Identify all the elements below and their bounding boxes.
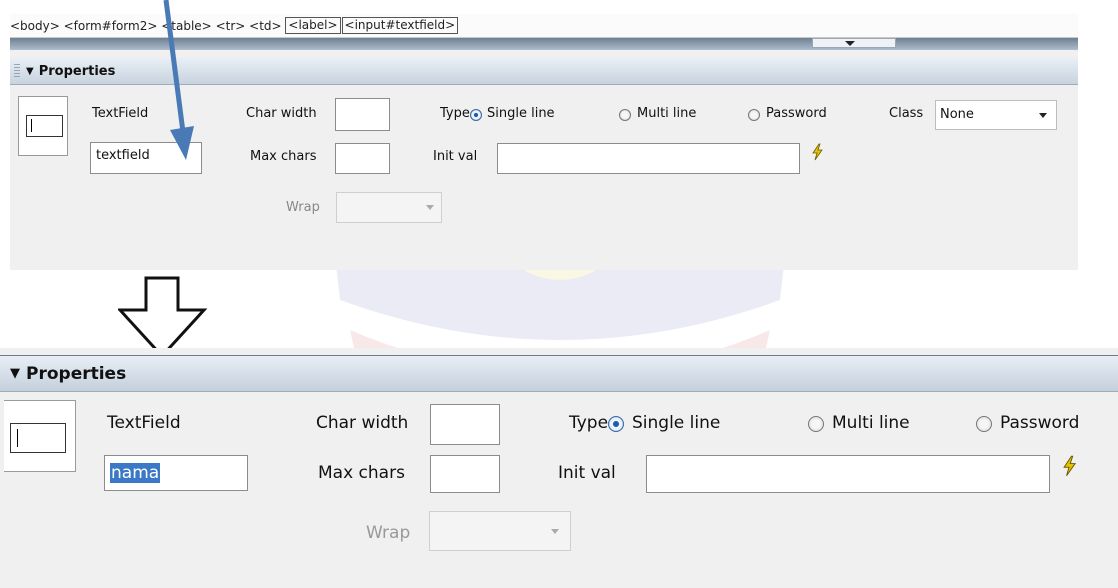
init-val-input[interactable] <box>497 143 800 174</box>
down-triangle-icon: ▼ <box>26 65 34 77</box>
max-chars-input[interactable] <box>430 455 500 493</box>
tag-tr[interactable]: <tr> <box>216 19 246 33</box>
class-label: Class <box>889 106 924 121</box>
single-line-label: Single line <box>632 413 721 433</box>
max-chars-label: Max chars <box>250 149 317 164</box>
caret-glyph <box>31 119 32 132</box>
chevron-down-icon <box>426 205 434 210</box>
tag-form[interactable]: <form#form2> <box>64 19 158 33</box>
multi-line-label: Multi line <box>832 413 910 433</box>
caret-glyph <box>17 429 18 447</box>
properties-header[interactable]: ▼ Properties <box>0 355 1118 392</box>
chevron-down-icon <box>551 529 559 534</box>
grip-icon <box>14 64 20 78</box>
max-chars-label: Max chars <box>318 463 405 483</box>
tag-body[interactable]: <body> <box>10 19 60 33</box>
properties-title: Properties <box>26 363 127 384</box>
init-val-label: Init val <box>433 149 478 164</box>
name-input-value: textfield <box>96 148 150 163</box>
lightning-bolt-icon[interactable] <box>1060 455 1078 477</box>
char-width-input[interactable] <box>335 98 390 131</box>
radio-password[interactable] <box>748 109 760 121</box>
radio-multi-line[interactable] <box>808 416 824 432</box>
char-width-label: Char width <box>316 413 409 433</box>
max-chars-input[interactable] <box>335 143 390 174</box>
class-select-value: None <box>940 107 974 122</box>
radio-single-line[interactable] <box>470 109 482 121</box>
tag-label[interactable]: <label> <box>285 17 341 34</box>
type-label: Type <box>569 413 609 433</box>
name-input-value: nama <box>110 463 161 483</box>
radio-multi-line[interactable] <box>619 109 631 121</box>
chevron-down-icon <box>1039 113 1047 118</box>
element-type-label: TextField <box>92 106 149 121</box>
tag-input-textfield[interactable]: <input#textfield> <box>341 17 459 34</box>
blue-arrow-icon <box>163 0 194 160</box>
collapse-arrow-icon <box>845 41 855 46</box>
wrap-label: Wrap <box>286 200 320 215</box>
init-val-label: Init val <box>558 463 616 483</box>
radio-password[interactable] <box>976 416 992 432</box>
radio-single-line[interactable] <box>608 416 624 432</box>
char-width-input[interactable] <box>430 404 500 445</box>
single-line-label: Single line <box>487 106 555 121</box>
tag-td[interactable]: <td> <box>249 19 281 33</box>
multi-line-label: Multi line <box>637 106 697 121</box>
password-label: Password <box>1000 413 1080 433</box>
wrap-label: Wrap <box>366 523 411 543</box>
wrap-select[interactable] <box>429 511 571 551</box>
password-label: Password <box>766 106 827 121</box>
init-val-input[interactable] <box>646 455 1050 493</box>
properties-title: Properties <box>38 63 116 79</box>
textfield-icon-inner <box>10 423 66 453</box>
down-outline-arrow-icon <box>118 276 208 358</box>
type-label: Type <box>440 106 470 121</box>
element-type-label: TextField <box>107 413 181 433</box>
lightning-bolt-icon[interactable] <box>810 143 824 161</box>
char-width-label: Char width <box>246 106 317 121</box>
down-triangle-icon: ▼ <box>10 366 20 381</box>
